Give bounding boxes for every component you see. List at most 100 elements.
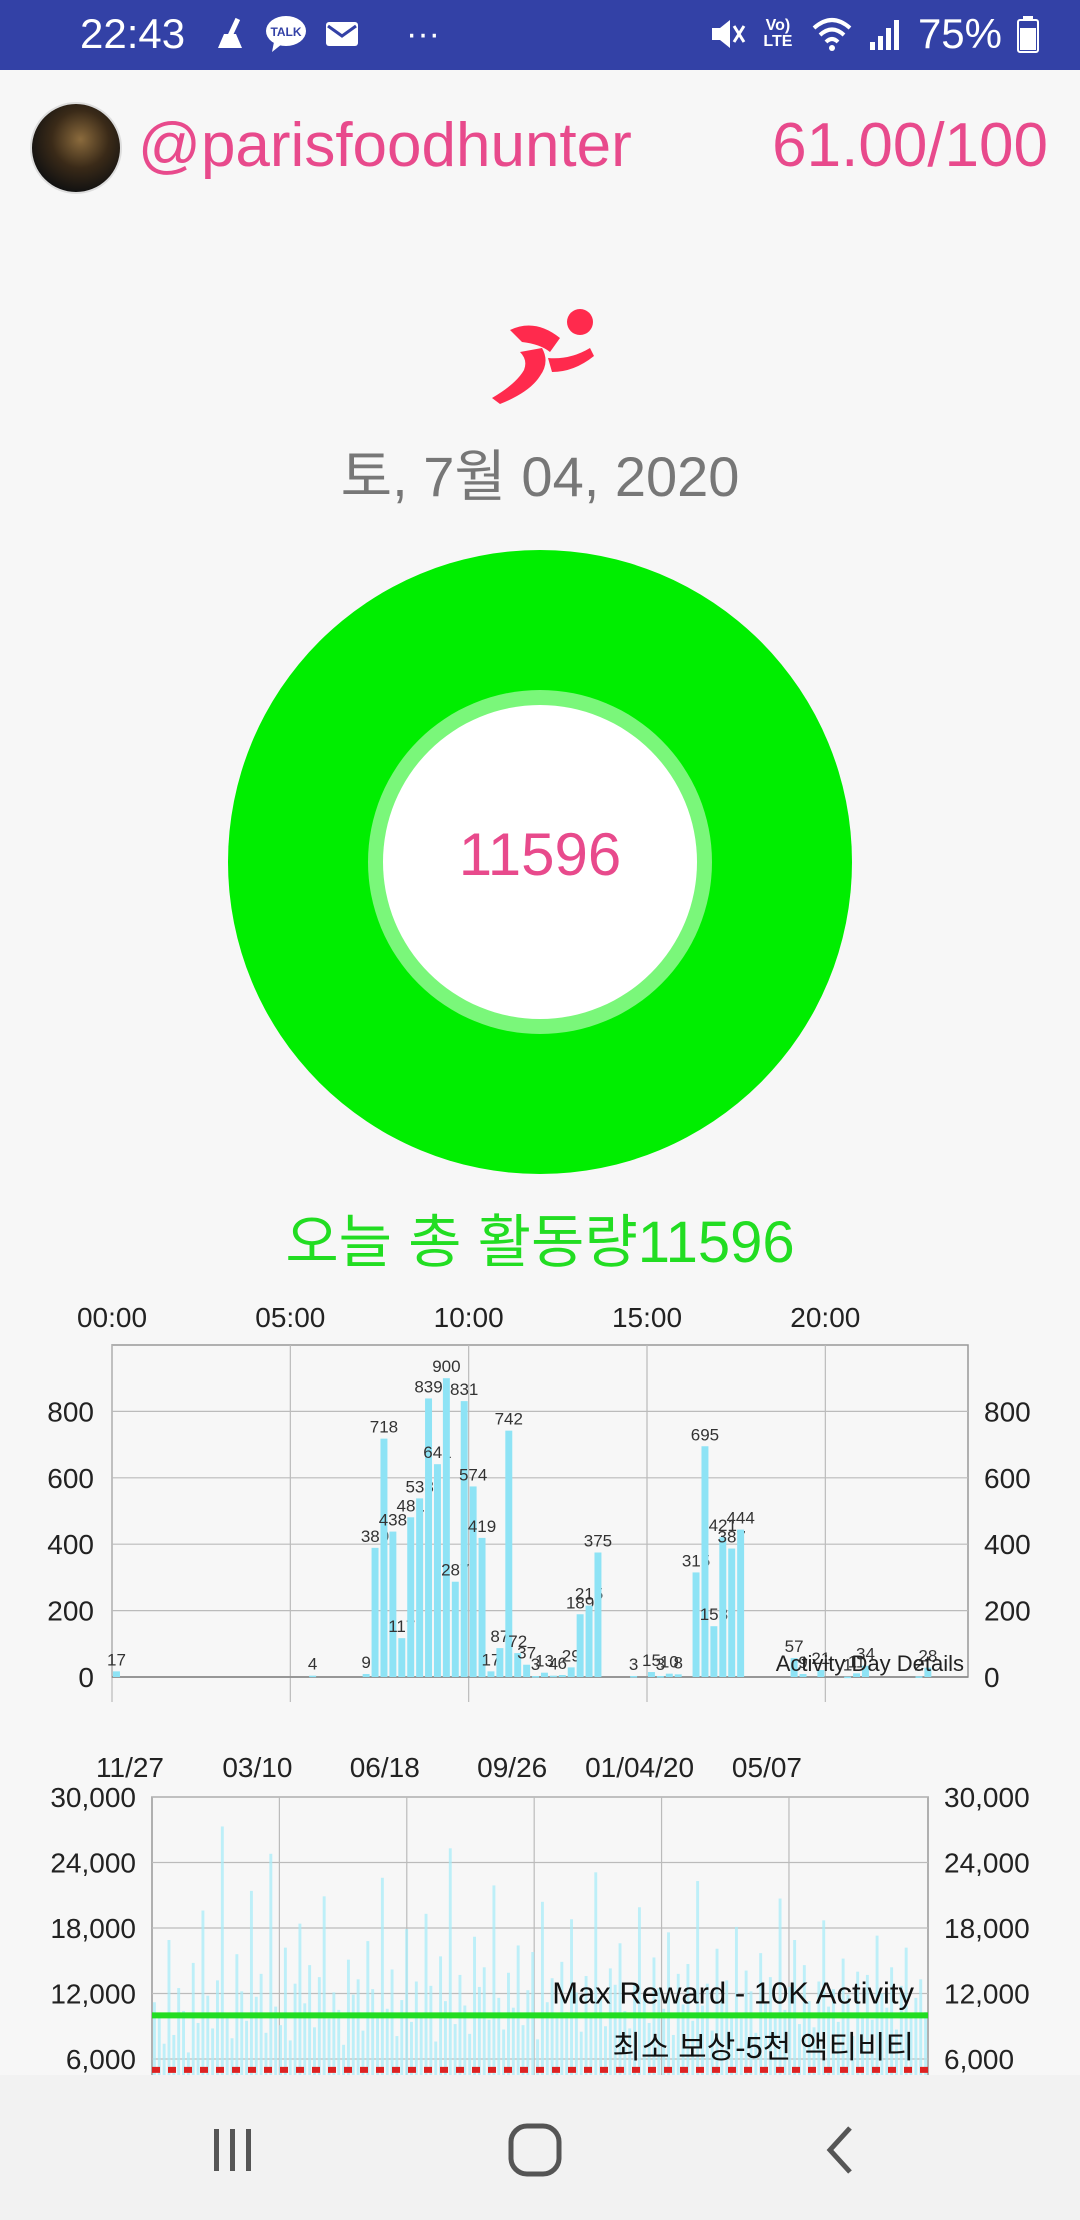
y-tick-label-left: 6,000 [66, 2044, 136, 2075]
bar-value-label: 444 [726, 1509, 754, 1528]
x-tick-label: 00:00 [77, 1302, 147, 1333]
max-reward-label: Max Reward - 10K Activity [552, 1975, 914, 2010]
history-bar [589, 2014, 593, 2075]
recent-apps-icon [214, 2129, 251, 2171]
mute-icon [711, 20, 746, 48]
back-button[interactable] [800, 2115, 880, 2185]
bar [532, 1676, 540, 1678]
history-bar [220, 1826, 224, 2075]
history-bar [516, 1945, 520, 2075]
home-icon [508, 2123, 562, 2177]
history-bar [371, 1989, 375, 2075]
y-tick-label-right: 18,000 [944, 1913, 1030, 1944]
y-tick-label-right: 800 [984, 1396, 1031, 1427]
history-bar [240, 1991, 244, 2075]
profile-header: @parisfoodhunter 61.00/100 [0, 70, 1080, 220]
status-time: 22:43 [80, 10, 186, 57]
back-icon [826, 2126, 852, 2174]
chart-caption: Activity Day Details [776, 1651, 964, 1676]
bar-value-label: 900 [432, 1357, 460, 1376]
history-bar [492, 1885, 496, 2075]
history-bar [555, 2017, 559, 2075]
y-tick-label-right: 200 [984, 1596, 1031, 1627]
history-bar [201, 1910, 205, 2075]
x-tick-label: 10:00 [434, 1302, 504, 1333]
history-bar [599, 1998, 603, 2075]
plot-frame [111, 1344, 969, 1678]
y-tick-label-left: 30,000 [50, 1782, 136, 1813]
history-bar [477, 1986, 481, 2075]
bar [737, 1529, 745, 1677]
bar [451, 1581, 459, 1677]
y-tick-label-left: 12,000 [50, 1979, 136, 2010]
status-notification-icons: TALK ··· [210, 14, 440, 54]
history-bar [507, 1972, 510, 2075]
history-bar [497, 1997, 501, 2075]
bar-value-label: 419 [468, 1517, 496, 1536]
username[interactable]: @parisfoodhunter [138, 110, 632, 181]
bar [309, 1675, 317, 1678]
history-bar [322, 1896, 326, 2075]
date-label: 토, 7월 04, 2020 [340, 445, 740, 508]
bar [692, 1572, 700, 1677]
history-bar [216, 1980, 219, 2075]
score: 61.00/100 [772, 111, 1048, 180]
bar-value-label: 375 [584, 1532, 612, 1551]
talk-icon: TALK [266, 16, 306, 52]
history-bar [424, 1913, 428, 2075]
y-tick-label-left: 800 [47, 1396, 94, 1427]
bar [630, 1676, 638, 1678]
bar-value-label: 574 [459, 1465, 487, 1484]
history-bar [177, 1988, 181, 2075]
navigation-bar [0, 2075, 1080, 2220]
activity-value: 11596 [458, 821, 622, 888]
history-bar [526, 1990, 530, 2075]
bar [112, 1671, 120, 1677]
history-bar [293, 1983, 297, 2075]
history-bar [434, 2041, 438, 2075]
history-bar [259, 1973, 263, 2075]
day-activity-chart[interactable]: 0 0 200 200 400 400 600 600 800 800 00:00 05:00 10:0… [0, 1290, 1080, 1720]
recent-apps-button[interactable] [193, 2115, 273, 2185]
history-activity-chart[interactable]: 30,000 30,000 24,000 24,000 18,000 18,000 12,0… [0, 1745, 1080, 2075]
history-bar [482, 1967, 486, 2075]
history-bar [157, 2017, 161, 2075]
x-tick-label: 09/26 [477, 1752, 547, 1783]
y-tick-label-right: 0 [984, 1662, 1000, 1693]
history-bar [337, 2009, 341, 2075]
history-bar [162, 2043, 166, 2075]
wifi-icon [812, 18, 852, 51]
history-bar [351, 1994, 355, 2075]
y-tick-label-left: 600 [47, 1463, 94, 1494]
x-tick-label: 05/07 [732, 1752, 802, 1783]
history-bar [206, 1995, 210, 2075]
x-tick-label: 15:00 [612, 1302, 682, 1333]
history-bar [565, 2012, 569, 2075]
status-system-icons: Vo) LTE 75% [706, 10, 1040, 58]
history-bar [919, 1979, 923, 2075]
history-bar [283, 1947, 287, 2075]
history-bar [443, 2001, 447, 2075]
y-tick-label-right: 12,000 [944, 1979, 1030, 2010]
history-bar [356, 1979, 360, 2075]
y-tick-label-right: 6,000 [944, 2044, 1014, 2075]
history-bar [249, 1890, 253, 2075]
total-activity-label: 오늘 총 활동량11596 [285, 1210, 795, 1275]
bar [915, 1676, 923, 1678]
history-bar [458, 1974, 462, 2075]
bar-value-label: 718 [370, 1418, 398, 1437]
avatar[interactable] [30, 102, 122, 194]
history-bar [196, 2022, 200, 2075]
home-button[interactable] [495, 2115, 575, 2185]
history-bar [167, 1940, 171, 2075]
history-bar [487, 2019, 491, 2075]
bar [585, 1605, 593, 1677]
bar-value-label: 695 [691, 1425, 719, 1444]
history-bar [390, 1969, 394, 2075]
bar [558, 1675, 566, 1677]
bar [540, 1672, 548, 1677]
bar-value-label: 742 [495, 1410, 523, 1429]
history-bar [298, 1923, 302, 2075]
history-bar [332, 1992, 336, 2075]
history-bar [594, 1872, 598, 2075]
